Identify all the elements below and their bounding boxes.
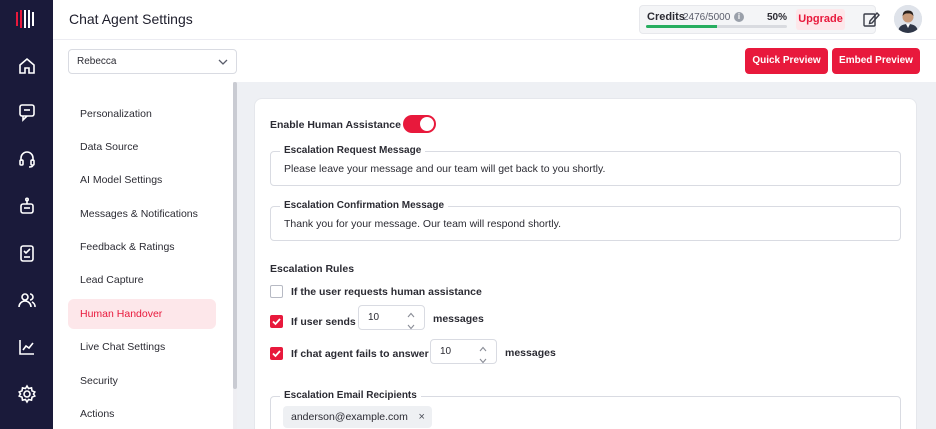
credits-progress-fill [646,25,717,28]
quick-preview-button[interactable]: Quick Preview [745,48,828,74]
agent-fails-count-value: 10 [440,346,452,357]
stepper-up-icon[interactable] [407,309,415,318]
agent-select-value: Rebecca [77,56,117,67]
user-sends-count-stepper[interactable]: 10 [358,305,425,330]
rule-user-sends-label: If user sends [291,316,356,328]
headset-icon[interactable] [15,147,39,171]
users-icon[interactable] [15,288,39,312]
escalation-email-recipients-label: Escalation Email Recipients [280,390,421,401]
robot-icon[interactable] [15,194,39,218]
escalation-confirmation-message-field[interactable]: Escalation Confirmation Message Thank yo… [270,200,901,241]
escalation-request-message-value: Please leave your message and our team w… [284,163,606,175]
credits-count: 2476/5000 [683,12,731,23]
menu-item-human-handover[interactable]: Human Handover [68,299,216,329]
stepper-down-icon[interactable] [479,355,487,364]
credits-percent: 50% [767,12,788,23]
agent-fails-count-stepper[interactable]: 10 [430,339,497,364]
analytics-icon[interactable] [15,335,39,359]
escalation-confirmation-message-value: Thank you for your message. Our team wil… [284,218,562,230]
menu-item-live-chat-settings[interactable]: Live Chat Settings [68,332,216,362]
escalation-request-message-field[interactable]: Escalation Request Message Please leave … [270,145,901,186]
checkmark-icon [272,318,281,326]
edit-note-icon[interactable] [861,9,881,29]
close-icon[interactable]: × [418,406,424,428]
toggle-knob [420,117,434,131]
agent-fails-suffix: messages [505,347,556,359]
page-title: Chat Agent Settings [69,11,193,27]
clipboard-icon[interactable] [15,241,39,265]
menu-item-ai-model-settings[interactable]: AI Model Settings [68,165,216,195]
agent-select-dropdown[interactable]: Rebecca [68,49,237,74]
settings-menu: Personalization Data Source AI Model Set… [53,82,237,429]
menu-item-security[interactable]: Security [68,366,216,396]
main-content: Enable Human Assistance Escalation Reque… [237,82,936,429]
home-icon[interactable] [15,54,39,78]
user-avatar[interactable] [894,5,922,33]
email-recipient-chip: anderson@example.com × [283,406,432,428]
rule-agent-fails-checkbox[interactable] [270,347,283,360]
rule-user-requests-checkbox[interactable] [270,285,283,298]
enable-human-assistance-toggle[interactable] [403,115,436,133]
menu-item-feedback-ratings[interactable]: Feedback & Ratings [68,232,216,262]
escalation-rules-title: Escalation Rules [270,263,355,275]
rule-user-sends-checkbox[interactable] [270,315,283,328]
human-handover-card: Enable Human Assistance Escalation Reque… [254,98,917,429]
menu-item-data-source[interactable]: Data Source [68,132,216,162]
escalation-confirmation-message-label: Escalation Confirmation Message [280,200,449,211]
credits-widget: Credits 2476/5000 i 50% Upgrade [639,5,876,34]
user-sends-suffix: messages [433,313,484,325]
checkmark-icon [272,350,281,358]
info-icon[interactable]: i [734,12,744,22]
rule-user-requests-label: If the user requests human assistance [291,286,482,298]
menu-item-personalization[interactable]: Personalization [68,99,216,129]
embed-preview-button[interactable]: Embed Preview [832,48,920,74]
email-recipient-text: anderson@example.com [291,411,408,423]
escalation-request-message-label: Escalation Request Message [280,145,426,156]
rule-agent-fails-label: If chat agent fails to answer [291,348,429,360]
left-nav-rail [0,0,53,429]
stepper-up-icon[interactable] [479,343,487,352]
chevron-down-icon [218,57,228,67]
menu-item-lead-capture[interactable]: Lead Capture [68,265,216,295]
credits-progress-bar [646,25,787,28]
stepper-down-icon[interactable] [407,321,415,330]
enable-human-assistance-label: Enable Human Assistance [270,119,401,131]
upgrade-button[interactable]: Upgrade [796,9,845,30]
menu-item-actions[interactable]: Actions [68,399,216,429]
user-sends-count-value: 10 [368,312,380,323]
chat-icon[interactable] [15,100,39,124]
top-bar: Chat Agent Settings Credits 2476/5000 i … [53,0,936,40]
menu-item-messages-notifications[interactable]: Messages & Notifications [68,199,216,229]
settings-icon[interactable] [15,382,39,406]
brand-logo[interactable] [14,7,38,31]
escalation-email-recipients-field[interactable]: Escalation Email Recipients anderson@exa… [270,390,901,429]
credits-label: Credits [647,11,685,23]
